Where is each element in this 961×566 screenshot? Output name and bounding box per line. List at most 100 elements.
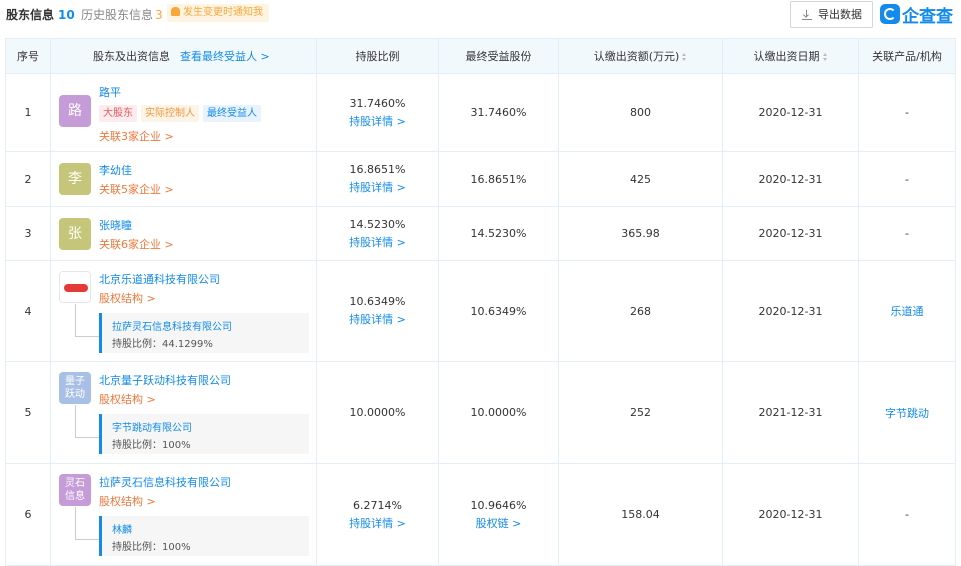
amount-cell: 365.98 — [558, 206, 723, 261]
sub-holder-box: 字节跳动有限公司 持股比例：100% — [99, 414, 309, 454]
avatar: 张 — [59, 218, 91, 250]
amount-cell: 425 — [558, 151, 723, 207]
amount-cell: 252 — [558, 361, 723, 464]
brand-logo: 企查查 — [880, 3, 953, 27]
ratio-value: 31.7460% — [349, 96, 406, 110]
col-holder-label: 股东及出资信息 — [93, 50, 170, 63]
holder-name[interactable]: 拉萨灵石信息科技有限公司 — [99, 474, 231, 490]
company-logo-mark — [64, 284, 88, 292]
final-share-cell: 10.0000% — [438, 361, 559, 464]
company-logo — [59, 271, 91, 303]
col-final-share: 最终受益股份 — [438, 38, 559, 74]
final-share-cell: 10.9646% 股权链 > — [438, 463, 559, 566]
amount-cell: 158.04 — [558, 463, 723, 566]
related-companies-link[interactable]: 关联3家企业 > — [99, 128, 174, 144]
ratio-value: 16.8651% — [349, 163, 406, 176]
tree-connector — [75, 405, 99, 438]
table-header-row: 序号 股东及出资信息 查看最终受益人 > 持股比例 最终受益股份 认缴出资额(万元… — [5, 38, 956, 74]
holder-tags: 大股东 实际控制人 最终受益人 — [99, 105, 261, 122]
row-index: 6 — [5, 463, 51, 566]
download-icon — [802, 10, 812, 20]
amount-cell: 800 — [558, 73, 723, 152]
row-index: 1 — [5, 73, 51, 152]
holding-detail-link[interactable]: 持股详情 > — [317, 311, 438, 327]
holder-cell: 北京乐道通科技有限公司 股权结构 > 拉萨灵石信息科技有限公司 持股比例：44.… — [50, 260, 317, 362]
export-label: 导出数据 — [818, 8, 862, 21]
ratio-cell: 31.7460% 持股详情 > — [316, 73, 439, 152]
date-cell: 2020-12-31 — [722, 73, 859, 152]
tag-beneficiary: 最终受益人 — [203, 105, 261, 122]
col-amount[interactable]: 认缴出资额(万元) — [558, 38, 723, 74]
equity-structure-link[interactable]: 股权结构 > — [99, 493, 156, 509]
holder-cell: 张 张晓瞳 关联6家企业 > — [50, 206, 317, 261]
sub-holder-name[interactable]: 林麟 — [112, 521, 132, 536]
ratio-cell: 16.8651% 持股详情 > — [316, 151, 439, 207]
related-product-link[interactable]: 乐道通 — [858, 260, 956, 362]
date-cell: 2020-12-31 — [722, 260, 859, 362]
col-date-label: 认缴出资日期 — [753, 50, 820, 63]
tab-history-shareholders[interactable]: 历史股东信息 3 — [81, 6, 163, 23]
col-ratio: 持股比例 — [316, 38, 439, 74]
table-row: 2 李 李幼佳 关联5家企业 > 16.8651% 持股详情 > 16.8651%… — [5, 151, 956, 207]
row-index: 4 — [5, 260, 51, 362]
col-related: 关联产品/机构 — [858, 38, 956, 74]
date-cell: 2020-12-31 — [722, 151, 859, 207]
export-data-button[interactable]: 导出数据 — [790, 1, 873, 28]
sub-holder-ratio: 持股比例：44.1299% — [112, 339, 213, 350]
holding-detail-link[interactable]: 持股详情 > — [317, 234, 438, 250]
related-product-link[interactable]: 字节跳动 — [858, 361, 956, 464]
sort-icon[interactable] — [822, 53, 828, 61]
sub-holder-name[interactable]: 拉萨灵石信息科技有限公司 — [112, 318, 232, 333]
tag-major-shareholder: 大股东 — [99, 105, 137, 122]
tree-connector — [75, 507, 99, 540]
tab-history-count: 3 — [155, 8, 163, 22]
related-companies-link[interactable]: 关联5家企业 > — [99, 181, 174, 197]
final-share-value: 10.9646% — [470, 498, 527, 512]
final-share-cell: 31.7460% — [438, 73, 559, 152]
col-holder: 股东及出资信息 查看最终受益人 > — [50, 38, 317, 74]
holder-name[interactable]: 李幼佳 — [99, 162, 132, 178]
holder-cell: 路 路平 大股东 实际控制人 最终受益人 关联3家企业 > — [50, 73, 317, 152]
equity-chain-link[interactable]: 股权链 > — [439, 515, 558, 531]
ratio-cell: 6.2714% 持股详情 > — [316, 463, 439, 566]
ratio-value: 6.2714% — [353, 498, 402, 512]
avatar: 灵石 信息 — [59, 474, 91, 506]
ratio-value: 10.6349% — [349, 295, 406, 308]
avatar: 量子 跃动 — [59, 372, 91, 404]
sub-holder-box: 林麟 持股比例：100% — [99, 516, 309, 556]
sort-icon[interactable] — [682, 53, 687, 61]
view-beneficiary-link[interactable]: 查看最终受益人 > — [180, 50, 270, 63]
final-share-cell: 10.6349% — [438, 260, 559, 362]
sub-holder-ratio: 持股比例：100% — [112, 542, 191, 553]
notify-on-change-button[interactable]: 发生变更时通知我 — [167, 4, 269, 22]
table-row: 3 张 张晓瞳 关联6家企业 > 14.5230% 持股详情 > 14.5230%… — [5, 206, 956, 261]
avatar-line-2: 信息 — [65, 491, 85, 502]
avatar: 李 — [59, 163, 91, 195]
row-index: 2 — [5, 151, 51, 207]
holding-detail-link[interactable]: 持股详情 > — [317, 515, 438, 531]
bell-icon — [171, 7, 180, 16]
sub-holder-name[interactable]: 字节跳动有限公司 — [112, 419, 192, 434]
related-companies-link[interactable]: 关联6家企业 > — [99, 236, 174, 252]
avatar-line-2: 跃动 — [65, 389, 85, 400]
date-cell: 2021-12-31 — [722, 361, 859, 464]
col-index: 序号 — [5, 38, 51, 74]
holder-cell: 量子 跃动 北京量子跃动科技有限公司 股权结构 > 字节跳动有限公司 持股比例：1… — [50, 361, 317, 464]
holder-cell: 灵石 信息 拉萨灵石信息科技有限公司 股权结构 > 林麟 持股比例：100% — [50, 463, 317, 566]
table-row: 1 路 路平 大股东 实际控制人 最终受益人 关联3家企业 > 31.7460%… — [5, 73, 956, 152]
logo-icon — [880, 4, 900, 24]
col-date[interactable]: 认缴出资日期 — [722, 38, 859, 74]
equity-structure-link[interactable]: 股权结构 > — [99, 290, 156, 306]
holder-name[interactable]: 张晓瞳 — [99, 217, 132, 233]
holder-name[interactable]: 北京量子跃动科技有限公司 — [99, 372, 231, 388]
tab-shareholders[interactable]: 股东信息 10 — [6, 6, 75, 23]
row-index: 5 — [5, 361, 51, 464]
holding-detail-link[interactable]: 持股详情 > — [317, 179, 438, 195]
related-cell: - — [858, 151, 956, 207]
tab-bar: 股东信息 10 历史股东信息 3 发生变更时通知我 导出数据 企查查 — [0, 0, 961, 30]
equity-structure-link[interactable]: 股权结构 > — [99, 391, 156, 407]
holding-detail-link[interactable]: 持股详情 > — [317, 113, 438, 129]
holder-name[interactable]: 路平 — [99, 84, 121, 100]
related-cell: - — [858, 463, 956, 566]
holder-name[interactable]: 北京乐道通科技有限公司 — [99, 271, 220, 287]
